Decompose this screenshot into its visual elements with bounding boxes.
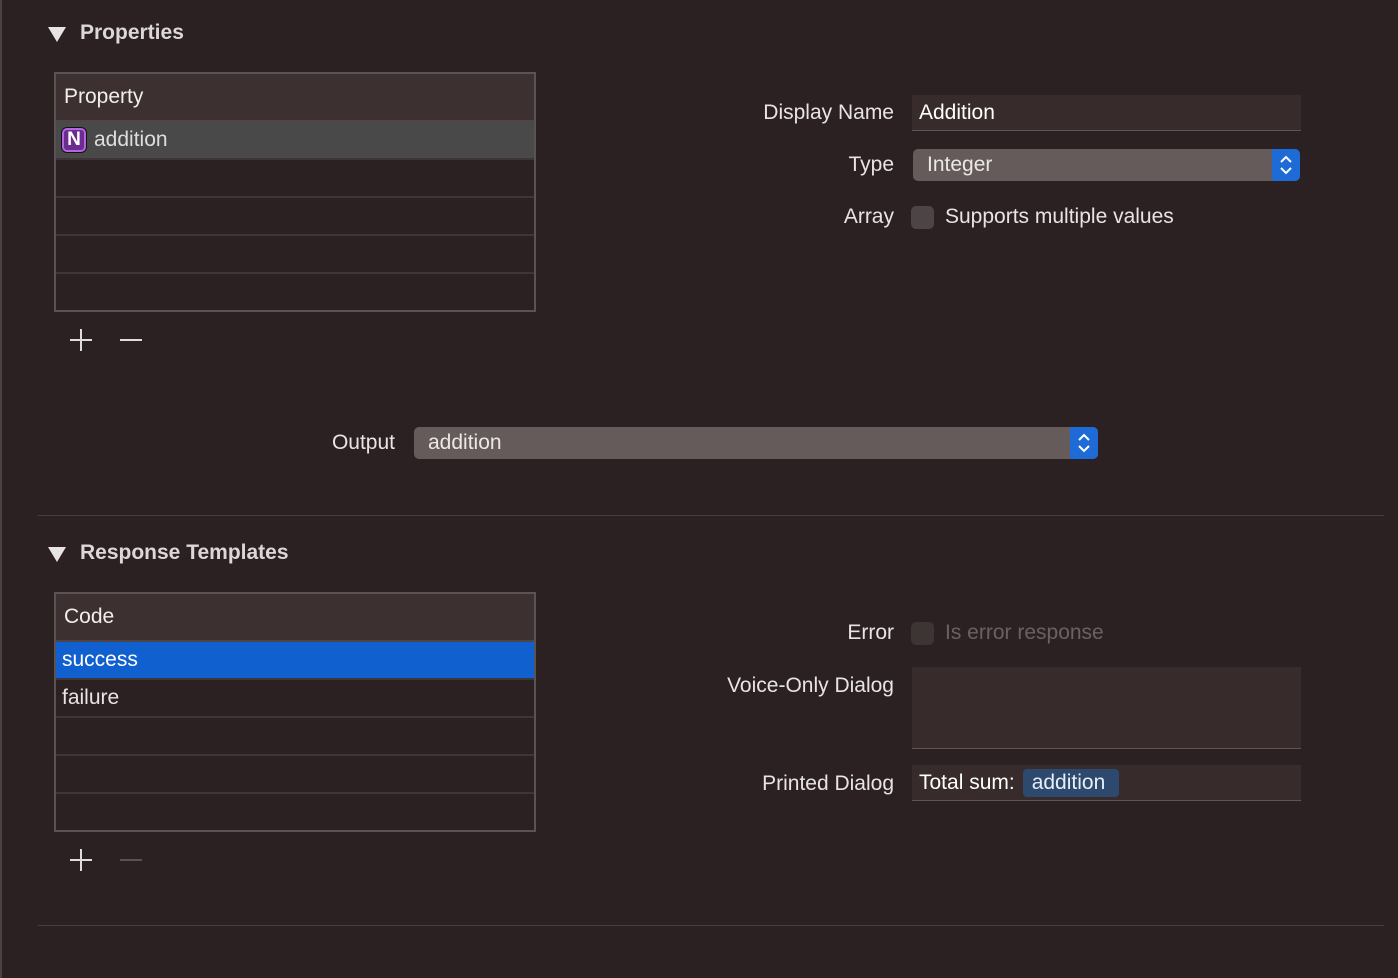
type-label: Type bbox=[848, 153, 894, 176]
row-label: addition bbox=[94, 128, 168, 151]
error-checkbox[interactable] bbox=[911, 622, 934, 645]
add-icon[interactable] bbox=[69, 328, 93, 352]
type-value: Integer bbox=[927, 153, 993, 176]
add-icon[interactable] bbox=[69, 848, 93, 872]
number-type-icon: N bbox=[62, 128, 86, 152]
voice-dialog-label: Voice-Only Dialog bbox=[727, 674, 894, 697]
table-row[interactable]: success bbox=[56, 642, 534, 680]
array-label: Array bbox=[843, 205, 894, 228]
section-title-response-templates: Response Templates bbox=[80, 541, 289, 564]
stepper-arrows-icon bbox=[1070, 427, 1098, 459]
section-divider bbox=[38, 925, 1384, 926]
table-row bbox=[56, 236, 534, 274]
table-row bbox=[56, 794, 534, 830]
table-row bbox=[56, 274, 534, 310]
output-select[interactable]: addition bbox=[414, 427, 1098, 459]
code-table: Code success failure bbox=[54, 592, 536, 832]
printed-dialog-label: Printed Dialog bbox=[762, 772, 894, 795]
display-name-field[interactable]: Addition bbox=[912, 95, 1301, 131]
printed-dialog-text: Total sum: bbox=[919, 770, 1015, 794]
section-title-properties: Properties bbox=[80, 21, 184, 44]
table-row bbox=[56, 756, 534, 794]
display-name-label: Display Name bbox=[763, 101, 894, 124]
section-divider bbox=[38, 515, 1384, 516]
stepper-arrows-icon bbox=[1272, 149, 1300, 181]
error-checkbox-label: Is error response bbox=[945, 621, 1104, 644]
table-row[interactable]: N addition bbox=[56, 122, 534, 160]
variable-token[interactable]: addition bbox=[1022, 768, 1120, 797]
table-row bbox=[56, 160, 534, 198]
table-row bbox=[56, 718, 534, 756]
type-select[interactable]: Integer bbox=[913, 149, 1300, 181]
array-checkbox[interactable] bbox=[911, 206, 934, 229]
table-row bbox=[56, 198, 534, 236]
property-table: Property N addition bbox=[54, 72, 536, 312]
table-header[interactable]: Code bbox=[56, 594, 534, 642]
array-checkbox-label: Supports multiple values bbox=[945, 205, 1174, 228]
printed-dialog-field[interactable]: Total sum: addition bbox=[912, 765, 1301, 801]
disclosure-triangle-icon[interactable] bbox=[48, 547, 66, 562]
table-row[interactable]: failure bbox=[56, 680, 534, 718]
remove-icon[interactable] bbox=[119, 328, 143, 352]
voice-dialog-field[interactable] bbox=[912, 667, 1301, 749]
disclosure-triangle-icon[interactable] bbox=[48, 27, 66, 42]
output-value: addition bbox=[428, 431, 502, 454]
table-header[interactable]: Property bbox=[56, 74, 534, 122]
remove-icon bbox=[120, 859, 142, 861]
output-label: Output bbox=[331, 431, 395, 454]
window-edge bbox=[0, 0, 2, 978]
error-label: Error bbox=[847, 621, 894, 644]
